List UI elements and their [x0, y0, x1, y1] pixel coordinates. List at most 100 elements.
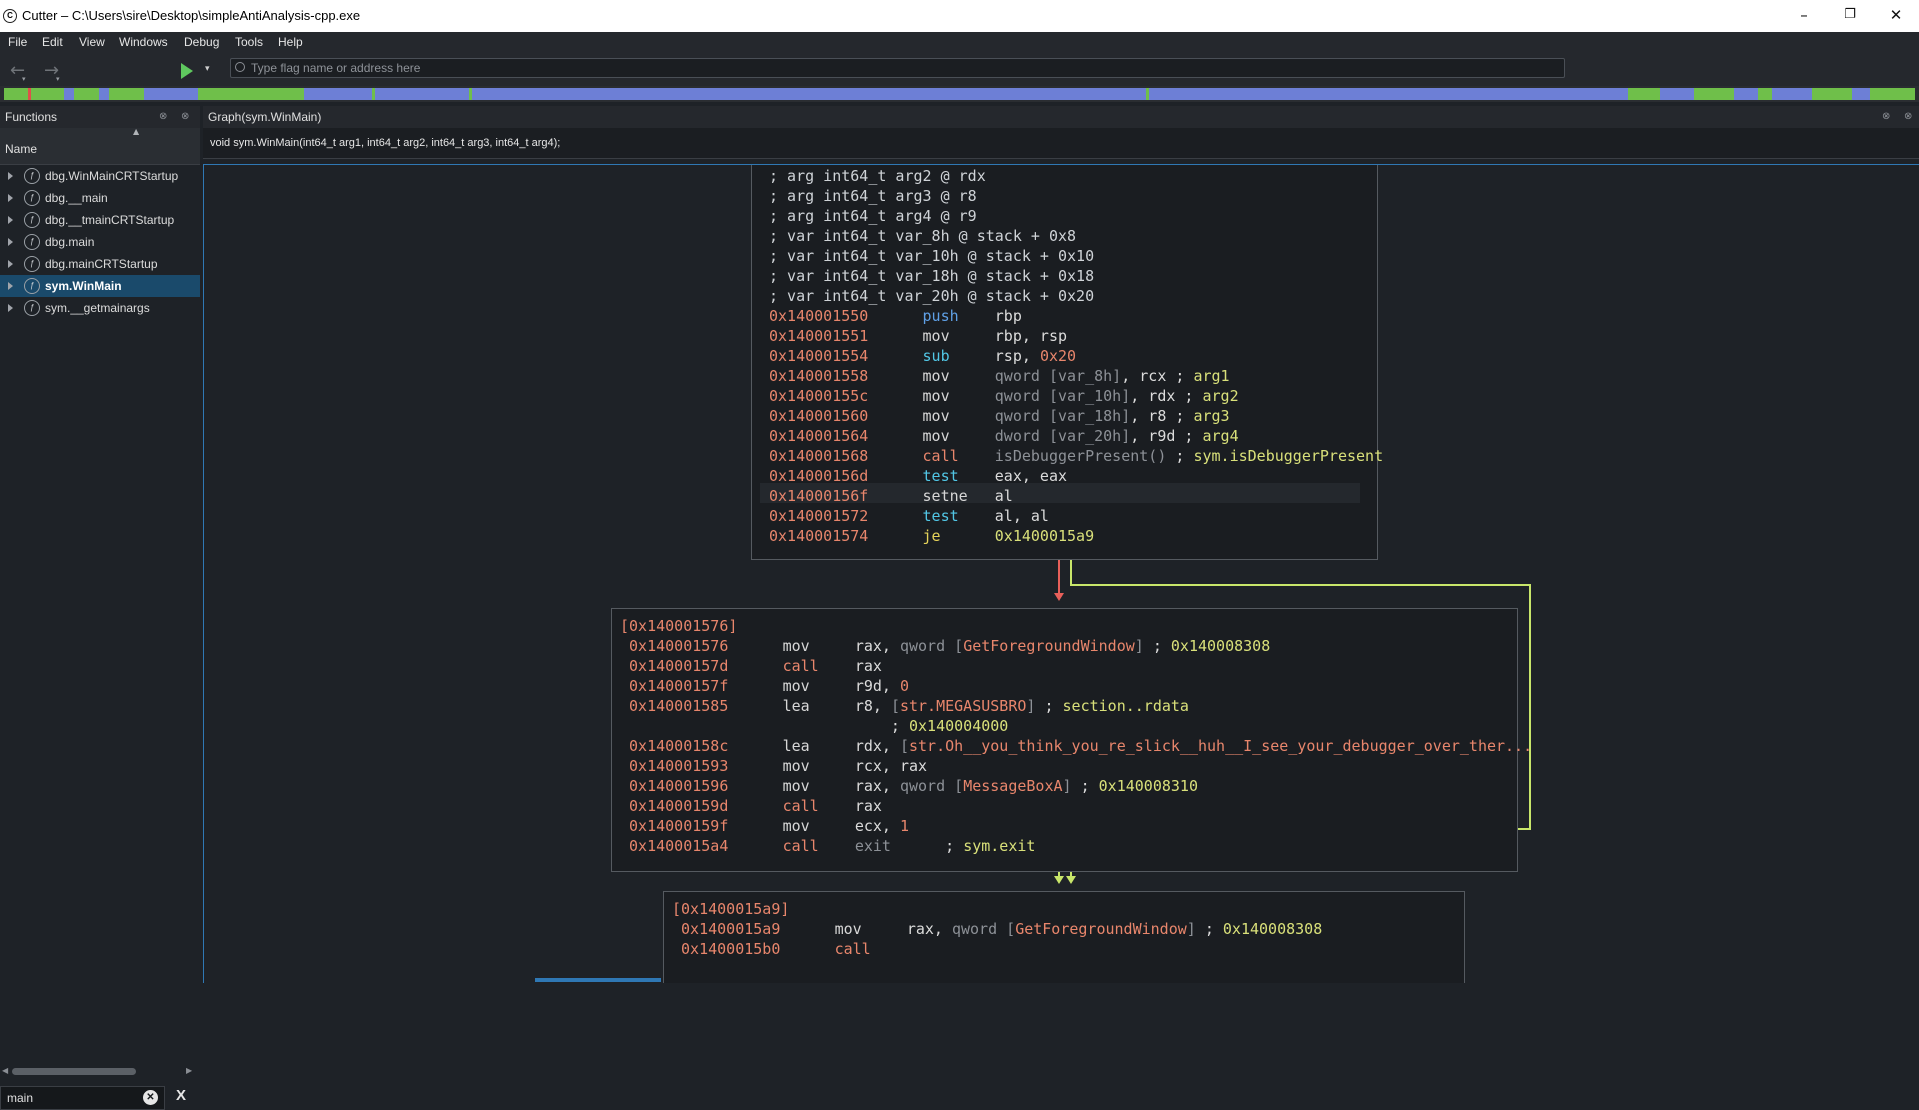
- asm-line[interactable]: 0x140001564 mov dword [var_20h], r9d ; a…: [769, 426, 1239, 446]
- play-icon[interactable]: [181, 63, 193, 79]
- menu-tools[interactable]: Tools: [235, 35, 263, 49]
- function-list-item[interactable]: ƒ dbg.main: [0, 231, 200, 253]
- overview-map[interactable]: [0, 86, 1919, 102]
- asm-token: [868, 447, 922, 465]
- asm-line[interactable]: 0x140001554 sub rsp, 0x20: [769, 346, 1076, 366]
- function-name: sym.WinMain: [45, 279, 122, 293]
- asm-line[interactable]: 0x140001596 mov rax, qword [MessageBoxA]…: [620, 776, 1198, 796]
- basic-block-0x1400015a9[interactable]: [0x1400015a9] 0x1400015a9 mov rax, qword…: [663, 891, 1465, 983]
- minimize-button[interactable]: –: [1781, 0, 1827, 32]
- asm-token: , rdx ;: [1130, 387, 1203, 405]
- asm-line[interactable]: 0x14000156f setne al: [769, 486, 1013, 506]
- asm-token: [868, 407, 922, 425]
- asm-line[interactable]: 0x140001574 je 0x1400015a9: [769, 526, 1094, 546]
- asm-line[interactable]: 0x140001593 mov rcx, rax: [620, 756, 927, 776]
- triangle-right-icon[interactable]: [8, 304, 13, 312]
- flag-search-box[interactable]: [230, 58, 1565, 78]
- function-filter-box[interactable]: ✕: [0, 1086, 165, 1110]
- asm-line[interactable]: ; var int64_t var_18h @ stack + 0x18: [769, 266, 1094, 286]
- clear-filter-icon[interactable]: ✕: [143, 1090, 158, 1105]
- asm-token: [620, 697, 629, 715]
- triangle-right-icon[interactable]: [8, 282, 13, 290]
- triangle-right-icon[interactable]: [8, 216, 13, 224]
- asm-token: [728, 697, 782, 715]
- scroll-left-icon[interactable]: ◀: [2, 1066, 8, 1075]
- back-dropdown-icon[interactable]: ▾: [22, 75, 26, 83]
- name-column-header[interactable]: ▲ Name: [0, 127, 200, 165]
- scrollbar-thumb[interactable]: [12, 1068, 136, 1075]
- search-icon: [235, 62, 245, 72]
- close-dock-icon[interactable]: ⊗: [181, 111, 189, 122]
- asm-token: [620, 817, 629, 835]
- basic-block-entry[interactable]: ; arg int64_t arg2 @ rdx ; arg int64_t ar…: [751, 165, 1383, 560]
- menu-file[interactable]: File: [8, 35, 27, 49]
- filter-input[interactable]: [7, 1089, 127, 1106]
- asm-token: 0x140001554: [769, 347, 869, 365]
- asm-line[interactable]: 0x140001560 mov qword [var_18h], r8 ; ar…: [769, 406, 1230, 426]
- triangle-right-icon[interactable]: [8, 238, 13, 246]
- asm-line[interactable]: [0x1400015a9]: [672, 899, 789, 919]
- scroll-right-icon[interactable]: ▶: [186, 1066, 192, 1075]
- overview-map-strip[interactable]: [4, 88, 1915, 100]
- triangle-right-icon[interactable]: [8, 172, 13, 180]
- function-list-item[interactable]: ƒ dbg.__tmainCRTStartup: [0, 209, 200, 231]
- asm-line[interactable]: 0x140001558 mov qword [var_8h], rcx ; ar…: [769, 366, 1230, 386]
- function-list-item[interactable]: ƒ dbg.__main: [0, 187, 200, 209]
- triangle-right-icon[interactable]: [8, 194, 13, 202]
- asm-line[interactable]: [0x140001576]: [620, 616, 737, 636]
- search-input[interactable]: [251, 59, 1551, 77]
- asm-line[interactable]: ; var int64_t var_10h @ stack + 0x10: [769, 246, 1094, 266]
- asm-token: 0x140001560: [769, 407, 869, 425]
- maximize-button[interactable]: ❐: [1827, 0, 1873, 32]
- asm-line[interactable]: 0x14000159f mov ecx, 1: [620, 816, 909, 836]
- asm-line[interactable]: 0x14000158c lea rdx, [str.Oh__you_think_…: [620, 736, 1532, 756]
- function-icon: ƒ: [24, 300, 40, 316]
- asm-line[interactable]: 0x14000157d call rax: [620, 656, 882, 676]
- asm-line[interactable]: 0x140001568 call isDebuggerPresent() ; s…: [769, 446, 1383, 466]
- asm-line[interactable]: 0x14000157f mov r9d, 0: [620, 676, 909, 696]
- float-dock-icon[interactable]: ⊗: [1882, 111, 1890, 122]
- asm-token: [868, 347, 922, 365]
- asm-line[interactable]: 0x140001585 lea r8, [str.MEGASUSBRO] ; s…: [620, 696, 1189, 716]
- asm-line[interactable]: 0x140001576 mov rax, qword [GetForegroun…: [620, 636, 1270, 656]
- asm-line[interactable]: 0x14000159d call rax: [620, 796, 882, 816]
- asm-line[interactable]: ; arg int64_t arg2 @ rdx: [769, 166, 986, 186]
- asm-line[interactable]: ; arg int64_t arg3 @ r8: [769, 186, 977, 206]
- asm-line[interactable]: 0x140001550 push rbp: [769, 306, 1022, 326]
- asm-token: rax,: [854, 637, 900, 655]
- forward-dropdown-icon[interactable]: ▾: [56, 75, 60, 83]
- asm-line[interactable]: 0x14000156d test eax, eax: [769, 466, 1067, 486]
- menu-windows[interactable]: Windows: [119, 35, 168, 49]
- asm-line[interactable]: 0x140001572 test al, al: [769, 506, 1049, 526]
- float-dock-icon[interactable]: ⊗: [159, 111, 167, 122]
- function-list-item[interactable]: ƒ dbg.WinMainCRTStartup: [0, 165, 200, 187]
- asm-token: [620, 677, 629, 695]
- menu-edit[interactable]: Edit: [42, 35, 63, 49]
- basic-block-0x140001576[interactable]: [0x140001576] 0x140001576 mov rax, qword…: [611, 608, 1532, 872]
- close-dock-icon[interactable]: ⊗: [1904, 111, 1912, 122]
- asm-line[interactable]: 0x1400015a4 call exit ; sym.exit: [620, 836, 1035, 856]
- function-list-item[interactable]: ƒ sym.WinMain: [0, 275, 200, 297]
- horizontal-scrollbar[interactable]: ◀ ▶: [0, 1066, 200, 1078]
- asm-line[interactable]: 0x14000155c mov qword [var_10h], rdx ; a…: [769, 386, 1239, 406]
- play-dropdown-icon[interactable]: ▾: [205, 64, 210, 74]
- menu-view[interactable]: View: [79, 35, 105, 49]
- asm-line[interactable]: 0x1400015b0 call: [672, 939, 871, 959]
- graph-dock-title: Graph(sym.WinMain): [208, 110, 322, 124]
- close-button[interactable]: ✕: [1873, 0, 1919, 32]
- function-list-item[interactable]: ƒ dbg.mainCRTStartup: [0, 253, 200, 275]
- asm-token: [728, 817, 782, 835]
- menu-help[interactable]: Help: [278, 35, 303, 49]
- triangle-right-icon[interactable]: [8, 260, 13, 268]
- menu-debug[interactable]: Debug: [184, 35, 219, 49]
- asm-line[interactable]: 0x1400015a9 mov rax, qword [GetForegroun…: [672, 919, 1322, 939]
- graph-canvas[interactable]: ; arg int64_t arg2 @ rdx ; arg int64_t ar…: [203, 164, 1919, 983]
- asm-line[interactable]: ; arg int64_t arg4 @ r9: [769, 206, 977, 226]
- asm-line[interactable]: ; var int64_t var_20h @ stack + 0x20: [769, 286, 1094, 306]
- asm-line[interactable]: ; 0x140004000: [620, 716, 1008, 736]
- function-list-item[interactable]: ƒ sym.__getmainargs: [0, 297, 200, 319]
- asm-line[interactable]: 0x140001551 mov rbp, rsp: [769, 326, 1067, 346]
- function-signature-bar: void sym.WinMain(int64_t arg1, int64_t a…: [203, 128, 1919, 159]
- asm-line[interactable]: ; var int64_t var_8h @ stack + 0x8: [769, 226, 1076, 246]
- close-filter-button[interactable]: X: [176, 1087, 186, 1104]
